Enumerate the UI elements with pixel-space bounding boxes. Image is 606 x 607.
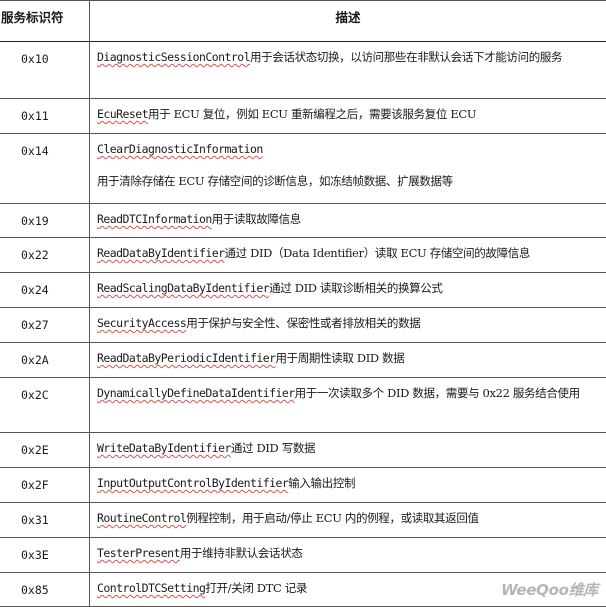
description-cell: ReadScalingDataByIdentifier通过 DID 读取诊断相关… [90, 273, 606, 308]
table-row: 0x14 ClearDiagnosticInformation 用于清除存储在 EC… [0, 134, 606, 204]
table-row: 0x11EcuReset用于 ECU 复位，例如 ECU 重新编程之后，需要该服… [0, 99, 606, 134]
service-description: 通过 DID 读取诊断相关的换算公式 [269, 281, 443, 295]
service-name: ControlDTCSetting [97, 581, 205, 595]
service-name: TesterPresent [97, 546, 180, 560]
service-id-cell: 0x14 [0, 134, 90, 204]
service-id-cell: 0x27 [0, 308, 90, 343]
service-id-cell: 0x2A [0, 343, 90, 378]
table-row: 0x10DiagnosticSessionControl用于会话状态切换，以访问… [0, 42, 606, 99]
service-id-cell: 0x2C [0, 378, 90, 433]
service-id-cell: 0x2E [0, 433, 90, 468]
watermark-logo: WeeQoo维库 [501, 579, 598, 600]
description-cell: ReadDTCInformation用于读取故障信息 [90, 204, 606, 238]
description-cell: DynamicallyDefineDataIdentifier用于一次读取多个 … [90, 378, 606, 433]
service-name: DiagnosticSessionControl [97, 50, 250, 64]
table-row: 0x24ReadScalingDataByIdentifier通过 DID 读取… [0, 273, 606, 308]
service-name: WriteDataByIdentifier [97, 441, 231, 455]
description-cell: TesterPresent用于维持非默认会话状态 [90, 538, 606, 573]
service-description: 通过 DID 写数据 [231, 441, 315, 455]
table-row: 0x22ReadDataByIdentifier通过 DID（Data Iden… [0, 238, 606, 273]
service-name: ReadDTCInformation [97, 212, 212, 226]
table-row: 0x27SecurityAccess用于保护与安全性、保密性或者排放相关的数据 [0, 308, 606, 343]
service-description: 例程控制，用于启动/停止 ECU 内的例程，或读取其返回值 [186, 511, 478, 525]
table-row: 0x31RoutineControl例程控制，用于启动/停止 ECU 内的例程，… [0, 503, 606, 538]
table-row: 0x2AReadDataByPeriodicIdentifier用于周期性读取 … [0, 343, 606, 378]
service-name: ReadDataByIdentifier [97, 246, 224, 260]
description-cell: ClearDiagnosticInformation 用于清除存储在 ECU 存储… [90, 134, 606, 204]
table-row: 0x19ReadDTCInformation用于读取故障信息 [0, 204, 606, 238]
description-cell: WriteDataByIdentifier通过 DID 写数据 [90, 433, 606, 468]
service-name: RoutineControl [97, 511, 186, 525]
service-description: 用于清除存储在 ECU 存储空间的诊断信息，如冻结帧数据、扩展数据等 [97, 171, 603, 191]
service-name: SecurityAccess [97, 316, 186, 330]
description-cell: InputOutputControlByIdentifier输入输出控制 [90, 468, 606, 503]
service-id-cell: 0x85 [0, 573, 90, 607]
description-cell: ReadDataByIdentifier通过 DID（Data Identifi… [90, 238, 606, 273]
service-id-cell: 0x11 [0, 99, 90, 134]
service-id-cell: 0x24 [0, 273, 90, 308]
service-name: ClearDiagnosticInformation [97, 142, 263, 156]
description-cell: ReadDataByPeriodicIdentifier用于周期性读取 DID … [90, 343, 606, 378]
service-name: ReadDataByPeriodicIdentifier [97, 351, 275, 365]
service-id-cell: 0x31 [0, 503, 90, 538]
service-description: 打开/关闭 DTC 记录 [205, 581, 307, 595]
service-description: 输入输出控制 [288, 476, 355, 490]
service-id-cell: 0x22 [0, 238, 90, 273]
header-service-id: 服务标识符 [0, 1, 90, 42]
description-cell: EcuReset用于 ECU 复位，例如 ECU 重新编程之后，需要该服务复位 … [90, 99, 606, 134]
service-name: DynamicallyDefineDataIdentifier [97, 386, 295, 400]
table-row: 0x2EWriteDataByIdentifier通过 DID 写数据 [0, 433, 606, 468]
service-description: 用于会话状态切换，以访问那些在非默认会话下才能访问的服务 [250, 50, 562, 64]
service-description: 用于维持非默认会话状态 [180, 546, 303, 560]
description-cell: RoutineControl例程控制，用于启动/停止 ECU 内的例程，或读取其… [90, 503, 606, 538]
uds-services-table: 服务标识符 描述 0x10DiagnosticSessionControl用于会… [0, 0, 606, 607]
service-description: 用于保护与安全性、保密性或者排放相关的数据 [186, 316, 420, 330]
service-description: 用于 ECU 复位，例如 ECU 重新编程之后，需要该服务复位 ECU [148, 107, 476, 121]
description-cell: SecurityAccess用于保护与安全性、保密性或者排放相关的数据 [90, 308, 606, 343]
service-name: EcuReset [97, 107, 148, 121]
table-row: 0x3ETesterPresent用于维持非默认会话状态 [0, 538, 606, 573]
service-description: 用于周期性读取 DID 数据 [275, 351, 404, 365]
service-name: InputOutputControlByIdentifier [97, 476, 288, 490]
service-id-cell: 0x10 [0, 42, 90, 99]
service-id-cell: 0x19 [0, 204, 90, 238]
service-description: 用于一次读取多个 DID 数据，需要与 0x22 服务结合使用 [295, 386, 580, 400]
table-header-row: 服务标识符 描述 [0, 1, 606, 42]
service-id-cell: 0x3E [0, 538, 90, 573]
table-row: 0x2CDynamicallyDefineDataIdentifier用于一次读… [0, 378, 606, 433]
service-description: 通过 DID（Data Identifier）读取 ECU 存储空间的故障信息 [224, 246, 530, 260]
header-description: 描述 [90, 1, 606, 42]
service-description: 用于读取故障信息 [212, 212, 301, 226]
description-cell: DiagnosticSessionControl用于会话状态切换，以访问那些在非… [90, 42, 606, 99]
table-row: 0x2FInputOutputControlByIdentifier输入输出控制 [0, 468, 606, 503]
service-name: ReadScalingDataByIdentifier [97, 281, 269, 295]
service-id-cell: 0x2F [0, 468, 90, 503]
